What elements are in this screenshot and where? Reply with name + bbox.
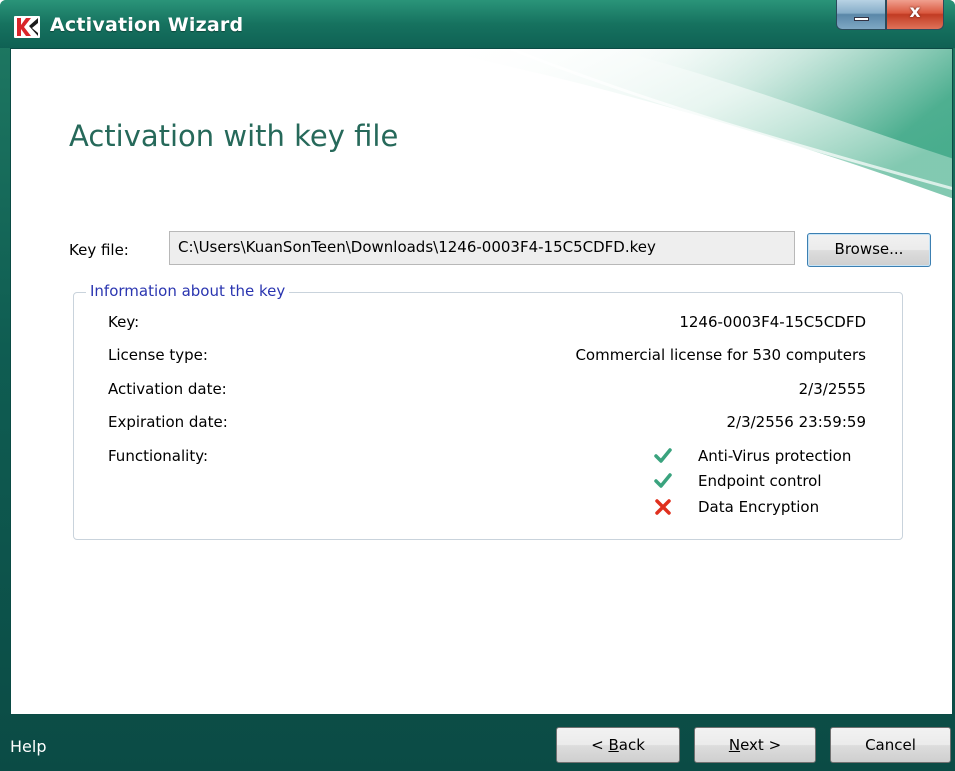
next-button[interactable]: Next > [694,727,816,763]
feature-anti-virus-label: Anti-Virus protection [698,447,852,465]
next-label-rest: ext > [740,736,782,754]
license-type-label: License type: [108,346,208,364]
key-info-group: Information about the key Key: 1246-0003… [73,282,903,540]
back-label-rest: ack [618,736,645,754]
title-bar[interactable]: Activation Wizard x [0,0,955,48]
check-icon [654,448,672,463]
key-row: Key: 1246-0003F4-15C5CDFD [108,313,866,333]
cross-icon [655,499,671,515]
back-button[interactable]: < Back [556,727,680,763]
window-title: Activation Wizard [50,14,244,36]
browse-button[interactable]: Browse... [807,233,931,267]
close-button[interactable]: x [886,0,944,30]
wizard-content: Activation with key file Key file: C:\Us… [10,48,953,715]
feature-endpoint-control-label: Endpoint control [698,472,822,490]
key-info-group-title: Information about the key [86,282,290,300]
activation-date-label: Activation date: [108,380,227,398]
minimize-icon [854,17,869,21]
functionality-label: Functionality: [108,447,209,465]
feature-data-encryption-label: Data Encryption [698,498,820,516]
cancel-button[interactable]: Cancel [830,727,951,763]
license-type-value: Commercial license for 530 computers [575,346,866,364]
back-prefix: < [591,736,609,754]
key-file-label: Key file: [69,241,129,259]
next-accesskey: N [728,736,741,754]
key-label: Key: [108,313,140,331]
license-type-row: License type: Commercial license for 530… [108,346,866,366]
activation-date-value: 2/3/2555 [798,380,866,398]
page-title: Activation with key file [69,119,399,153]
activation-wizard-window: Activation Wizard x Activation with key … [0,0,955,771]
expiration-date-value: 2/3/2556 23:59:59 [726,413,866,431]
expiration-date-label: Expiration date: [108,413,228,431]
expiration-date-row: Expiration date: 2/3/2556 23:59:59 [108,413,866,433]
check-icon [654,473,672,488]
key-value: 1246-0003F4-15C5CDFD [679,313,866,331]
activation-date-row: Activation date: 2/3/2555 [108,380,866,400]
help-link[interactable]: Help [10,737,46,756]
back-accesskey: B [608,736,619,754]
minimize-button[interactable] [836,0,886,30]
key-file-path-field[interactable]: C:\Users\KuanSonTeen\Downloads\1246-0003… [169,231,795,265]
kaspersky-logo-icon [14,16,40,38]
close-icon: x [909,2,921,22]
